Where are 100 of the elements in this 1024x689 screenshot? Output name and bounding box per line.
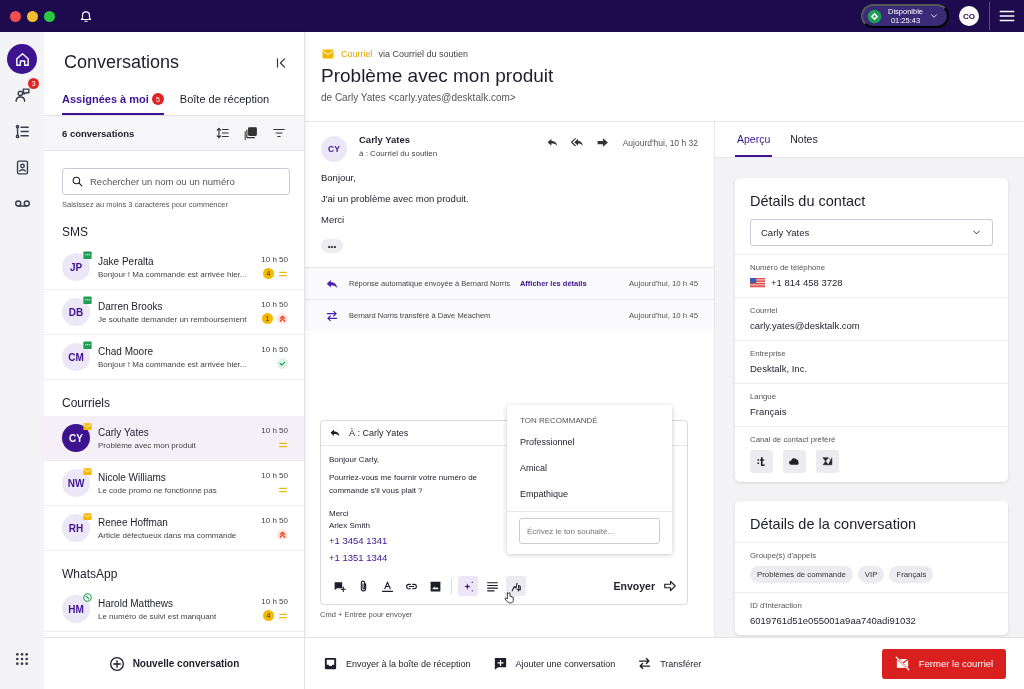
stacked-pages-icon: [244, 126, 258, 140]
contact-select[interactable]: Carly Yates: [750, 219, 993, 246]
contact-name: Chad Moore: [98, 345, 155, 357]
user-avatar[interactable]: CO: [959, 6, 979, 26]
contact-name: Carly Yates: [98, 426, 150, 438]
search-icon: [71, 175, 84, 188]
search-field[interactable]: Rechercher un nom ou un numéro: [62, 168, 290, 195]
phone-circle-badge-icon: [83, 593, 92, 602]
contact-name: Harold Matthews: [98, 597, 175, 609]
chevron-down-icon: [929, 11, 939, 21]
message-text: J'ai un problème avec mon produit.: [321, 193, 470, 204]
message-text: Merci: [321, 214, 346, 225]
recipient: à : Courriel du soutien: [359, 149, 439, 158]
sender-name: Carly Yates: [359, 134, 412, 145]
nav-item[interactable]: [7, 44, 37, 74]
apps-grid-icon[interactable]: [14, 651, 30, 667]
action-button[interactable]: Transférer: [637, 656, 702, 671]
window-close-button[interactable]: [10, 10, 21, 22]
t-mark-button[interactable]: [750, 450, 773, 473]
send-arrow-icon: [663, 579, 677, 593]
cloud-icon: [788, 455, 801, 468]
field-value: Français: [750, 406, 788, 417]
conversation-item[interactable]: CM Chad Moore Bonjour ! Ma commande est arrivée hier... 10 h 50: [44, 335, 304, 380]
avatar: NW: [62, 469, 90, 497]
tab[interactable]: Boîte de réception: [179, 85, 270, 115]
flag-icon: [750, 277, 765, 288]
add-chat-icon: [492, 656, 508, 671]
message-preview: Problème avec mon produit: [98, 440, 197, 450]
signature-line: Arlex Smith: [329, 520, 370, 532]
check-icon: [277, 358, 288, 369]
menu-item[interactable]: Amical: [507, 455, 672, 481]
window-maximize-button[interactable]: [44, 10, 55, 22]
field-value: Desktalk, Inc.: [750, 363, 809, 374]
message-text: Bonjour,: [321, 172, 357, 183]
time-label: 10 h 50: [261, 426, 288, 435]
envelope-badge-icon: [83, 512, 92, 521]
message-preview: Le code promo ne fonctionne pas: [98, 485, 218, 495]
menu-item[interactable]: Empathique: [507, 481, 672, 507]
more-button[interactable]: •••: [321, 239, 343, 253]
tone-button[interactable]: [506, 576, 526, 596]
zigzag-button[interactable]: [816, 450, 839, 473]
chat-badge-icon: [83, 251, 92, 260]
double-chevron-up-icon: [277, 529, 288, 540]
avatar: RH: [62, 514, 90, 542]
text-color-icon: [380, 579, 394, 593]
card-title: Détails du contact: [749, 193, 867, 209]
group-heading: SMS: [61, 224, 89, 241]
conversation-count: 6 conversations: [62, 127, 136, 139]
image-icon: [428, 579, 442, 593]
conversation-item[interactable]: NW Nicole Williams Le code promo ne fonctionne pas 10 h 50: [44, 461, 304, 506]
window-minimize-button[interactable]: [27, 10, 38, 22]
inbox-icon: [323, 656, 338, 671]
pointer-cursor-icon: [503, 591, 516, 606]
double-chevron-up-icon: [277, 313, 288, 324]
panel-title: Conversations: [64, 52, 180, 73]
contact-name: Jake Peralta: [98, 255, 155, 267]
action-button[interactable]: Envoyer à la boîte de réception: [323, 656, 471, 671]
stacked-pages-button[interactable]: [242, 124, 260, 142]
conversation-item[interactable]: RH Renee Hoffman Article défectueux dans ma commande 10 h 50: [44, 506, 304, 551]
field-value: +1 814 458 3728: [771, 277, 843, 288]
bell-icon[interactable]: [79, 9, 93, 23]
time-label: 10 h 50: [261, 255, 288, 264]
time-label: 10 h 50: [261, 597, 288, 606]
tone-input[interactable]: Écrivez le ton souhaité...: [519, 518, 660, 544]
send-button[interactable]: Envoyer: [613, 579, 677, 593]
time-label: Aujourd'hui, 10 h 32: [622, 137, 698, 148]
conversation-item[interactable]: CY Carly Yates Problème avec mon produit 10 h 50: [44, 416, 304, 461]
phone-number: +1 3454 1341: [329, 534, 389, 548]
avatar: DB: [62, 298, 90, 326]
contact-name: Darren Brooks: [98, 300, 164, 312]
channel-source: via Courriel du soutien: [378, 49, 469, 59]
t-mark-icon: [755, 455, 768, 468]
avatar: JP: [62, 253, 90, 281]
plus-circle-icon: [108, 655, 125, 672]
email-sender: de Carly Yates <carly.yates@desktalk.com>: [321, 92, 517, 103]
contact-name: Renee Hoffman: [98, 516, 169, 528]
recipient: À : Carly Yates: [349, 428, 409, 438]
phone-number: +1 1351 1344: [329, 551, 389, 565]
sparkle-button[interactable]: [458, 576, 478, 596]
message-preview: Bonjour ! Ma commande est arrivée hier...: [98, 359, 248, 369]
message-preview: Je souhaite demander un remboursement: [98, 314, 248, 324]
reply-text: Pourriez-vous me fournir votre numéro de commande s'il vous plait ?: [329, 472, 479, 497]
close-email-button[interactable]: Fermer le courriel: [882, 648, 1006, 679]
message-preview: Article défectueux dans ma commande: [98, 530, 238, 540]
action-button[interactable]: Ajouter une conversation: [492, 656, 616, 671]
envelope-icon: [321, 48, 335, 60]
reply-icon: [329, 427, 341, 439]
card-title: Détails de la conversation: [749, 516, 918, 532]
signature-line: Merci: [329, 508, 349, 520]
avatar: CY: [62, 424, 90, 452]
collapse-icon: [274, 55, 288, 70]
sort-icon: [216, 126, 230, 140]
new-conversation-button[interactable]: Nouvelle conversation: [102, 654, 246, 673]
tab[interactable]: Notes: [788, 122, 820, 157]
cloud-button[interactable]: [783, 450, 806, 473]
email-subject: Problème avec mon produit: [321, 65, 555, 87]
menu-item[interactable]: Professionnel: [507, 429, 672, 455]
sparkle-icon: [461, 579, 475, 593]
avatar: CM: [62, 343, 90, 371]
time-label: 10 h 50: [261, 300, 288, 309]
